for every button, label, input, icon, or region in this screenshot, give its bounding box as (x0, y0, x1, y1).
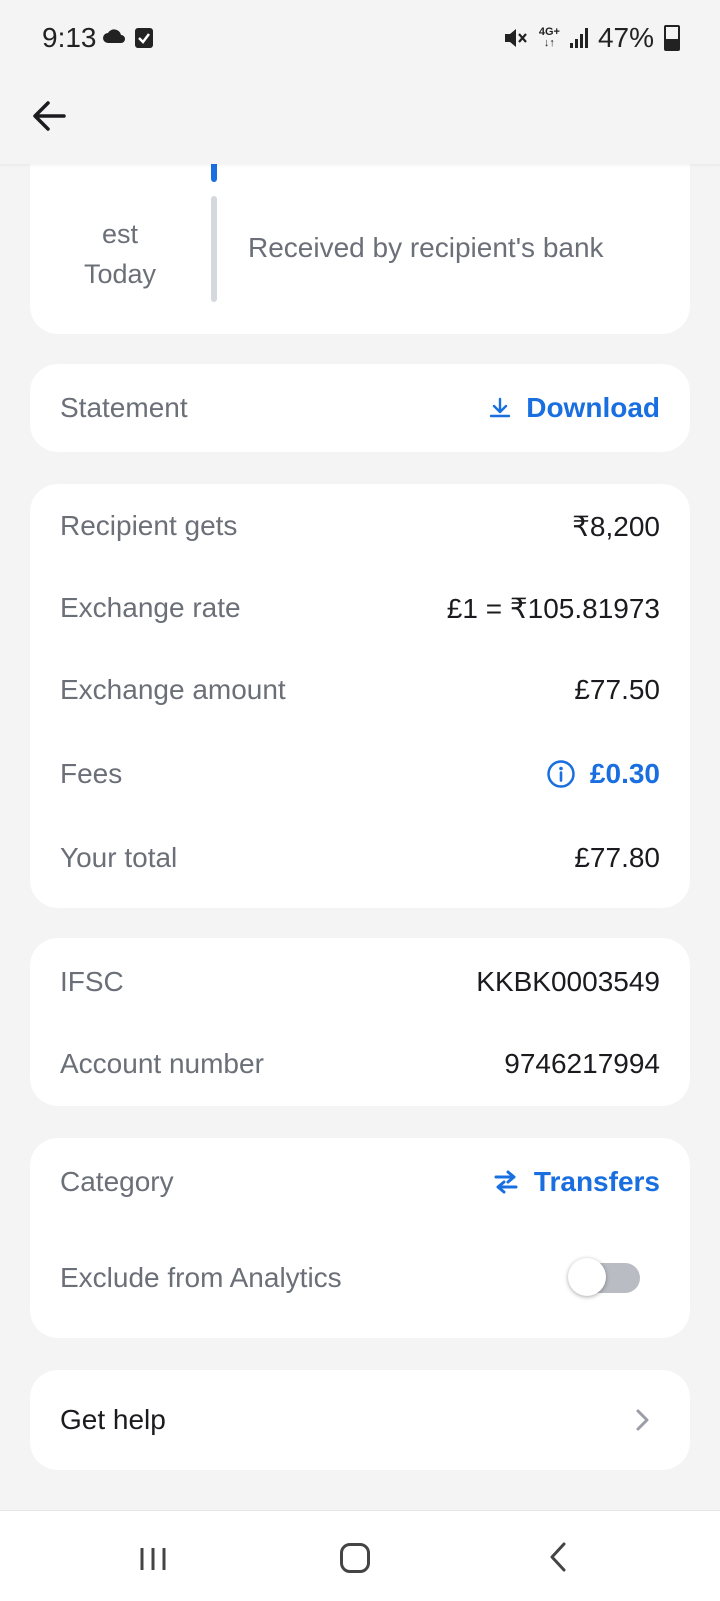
bank-label: Account number (60, 1048, 264, 1079)
timeline-date: est Today (60, 214, 180, 294)
system-nav-bar (0, 1510, 720, 1601)
detail-row-exchange-amount: Exchange amount £77.50 (60, 664, 660, 716)
chevron-right-icon (636, 1409, 649, 1431)
get-help-label: Get help (60, 1404, 166, 1435)
category-label: Category (60, 1166, 174, 1197)
detail-value: ₹8,200 (572, 510, 660, 542)
bank-label: IFSC (60, 966, 124, 997)
category-value: Transfers (533, 1166, 660, 1197)
detail-label: Fees (60, 758, 123, 789)
status-bar: 9:13 4G+ ↓↑ 47% (0, 0, 720, 80)
arrow-left-icon[interactable] (28, 94, 72, 138)
download-label: Download (526, 392, 660, 423)
statement-label: Statement (60, 392, 188, 423)
detail-value: £1 = ₹105.81973 (446, 592, 660, 624)
home-icon[interactable] (340, 1543, 370, 1573)
check-box-icon (135, 28, 153, 48)
signal-icon (569, 28, 588, 48)
timeline-step-label: Received by recipient's bank (248, 232, 604, 263)
network-type: 4G+ ↓↑ (538, 26, 560, 49)
fees-value: £0.30 (589, 758, 660, 789)
bank-value[interactable]: KKBK0003549 (476, 966, 660, 998)
detail-value: £77.50 (574, 674, 660, 705)
transfer-arrows-icon (494, 1170, 518, 1194)
battery-percent: 47% (597, 22, 654, 53)
detail-label: Exchange amount (60, 674, 286, 705)
detail-row-fees: Fees £0.30 (60, 748, 660, 800)
timeline-pending-segment (211, 196, 217, 302)
bank-row-account-number: Account number 9746217994 (60, 1038, 660, 1090)
cloud-icon (103, 29, 125, 43)
fees-info-button[interactable]: £0.30 (546, 758, 660, 790)
status-time: 9:13 (42, 22, 97, 53)
timeline-card: est Today Received by recipient's bank (30, 140, 690, 334)
timeline-date-line1: est (101, 219, 139, 249)
detail-row-your-total: Your total £77.80 (60, 832, 660, 884)
toggle-knob (568, 1258, 606, 1296)
app-bar (0, 80, 720, 164)
detail-row-exchange-rate: Exchange rate £1 = ₹105.81973 (60, 582, 660, 634)
category-row: Category Transfers (60, 1138, 660, 1226)
payment-details-card: Recipient gets ₹8,200 Exchange rate £1 =… (30, 484, 690, 908)
exclude-analytics-toggle[interactable] (568, 1258, 640, 1296)
download-icon (490, 397, 511, 418)
detail-label: Exchange rate (60, 592, 241, 623)
nav-back-icon[interactable] (548, 1541, 568, 1573)
timeline-date-line2: Today (83, 259, 157, 289)
battery-icon (664, 25, 680, 51)
detail-label: Your total (60, 842, 178, 873)
bank-details-card: IFSC KKBK0003549 Account number 97462179… (30, 938, 690, 1106)
get-help-card[interactable]: Get help (30, 1370, 690, 1470)
bank-row-ifsc: IFSC KKBK0003549 (60, 956, 660, 1008)
recent-apps-icon[interactable] (137, 1546, 169, 1572)
category-card: Category Transfers Exclude from Analytic… (30, 1138, 690, 1338)
status-right: 4G+ ↓↑ 47% (503, 22, 680, 54)
exclude-analytics-label: Exclude from Analytics (60, 1262, 342, 1293)
detail-label: Recipient gets (60, 510, 238, 541)
bank-value[interactable]: 9746217994 (504, 1048, 660, 1080)
exclude-analytics-row: Exclude from Analytics (60, 1234, 660, 1322)
info-icon (547, 760, 575, 788)
detail-value: £77.80 (574, 842, 660, 873)
category-button[interactable]: Transfers (492, 1166, 660, 1198)
statement-card: Statement Download (30, 364, 690, 452)
mute-icon (504, 29, 527, 47)
detail-row-recipient-gets: Recipient gets ₹8,200 (60, 500, 660, 552)
download-button[interactable]: Download (488, 392, 660, 424)
